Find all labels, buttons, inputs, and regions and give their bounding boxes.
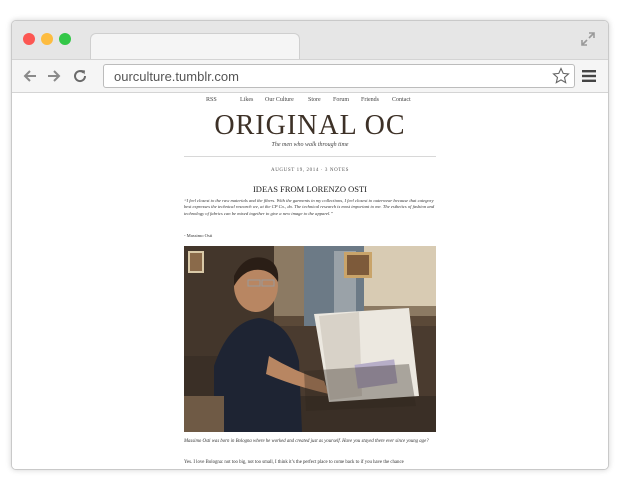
menu-icon[interactable] — [582, 69, 596, 83]
forward-arrow-icon[interactable] — [46, 68, 62, 84]
back-arrow-icon[interactable] — [22, 68, 38, 84]
post-photo — [184, 246, 436, 432]
zoom-dot[interactable] — [59, 33, 71, 45]
site-logo[interactable]: ORIGINAL OC — [184, 110, 436, 142]
url-text: ourculture.tumblr.com — [114, 69, 239, 84]
address-bar[interactable]: ourculture.tumblr.com — [103, 64, 575, 88]
quote-signature: - Massimo Osti — [184, 233, 213, 238]
post-body-text: Yes. I love Bologna: not too big, not to… — [184, 460, 404, 465]
nav-link-contact[interactable]: Contact — [392, 97, 411, 103]
nav-link-store[interactable]: Store — [308, 97, 321, 103]
close-dot[interactable] — [23, 33, 35, 45]
nav-link-likes[interactable]: Likes — [240, 97, 253, 103]
nav-link-rss[interactable]: RSS — [206, 97, 217, 103]
browser-window: ourculture.tumblr.com RSS Likes Our Cult… — [11, 20, 609, 470]
post-quote: “I feel closest to the raw materials and… — [184, 198, 435, 216]
post-photo-illustration — [184, 246, 436, 432]
browser-toolbar: ourculture.tumblr.com — [12, 59, 608, 93]
site-nav: RSS Likes Our Culture Store Forum Friend… — [184, 97, 436, 109]
nav-link-forum[interactable]: Forum — [333, 97, 349, 103]
minimize-dot[interactable] — [41, 33, 53, 45]
post-meta[interactable]: AUGUST 19, 2014 · 3 NOTES — [184, 168, 436, 173]
nav-link-our-culture[interactable]: Our Culture — [265, 97, 294, 103]
expand-icon[interactable] — [580, 31, 596, 47]
header-divider — [184, 156, 436, 157]
page-viewport: RSS Likes Our Culture Store Forum Friend… — [12, 94, 608, 469]
nav-link-friends[interactable]: Friends — [361, 97, 379, 103]
reload-icon[interactable] — [72, 68, 88, 84]
browser-tab[interactable] — [90, 33, 300, 61]
site-tagline: The men who walk through time — [271, 142, 349, 148]
star-icon[interactable] — [552, 67, 570, 85]
browser-titlebar — [12, 21, 608, 61]
photo-caption: Massimo Osti was born in Bologna where h… — [184, 439, 429, 444]
post-title: IDEAS FROM LORENZO OSTI — [252, 184, 368, 194]
